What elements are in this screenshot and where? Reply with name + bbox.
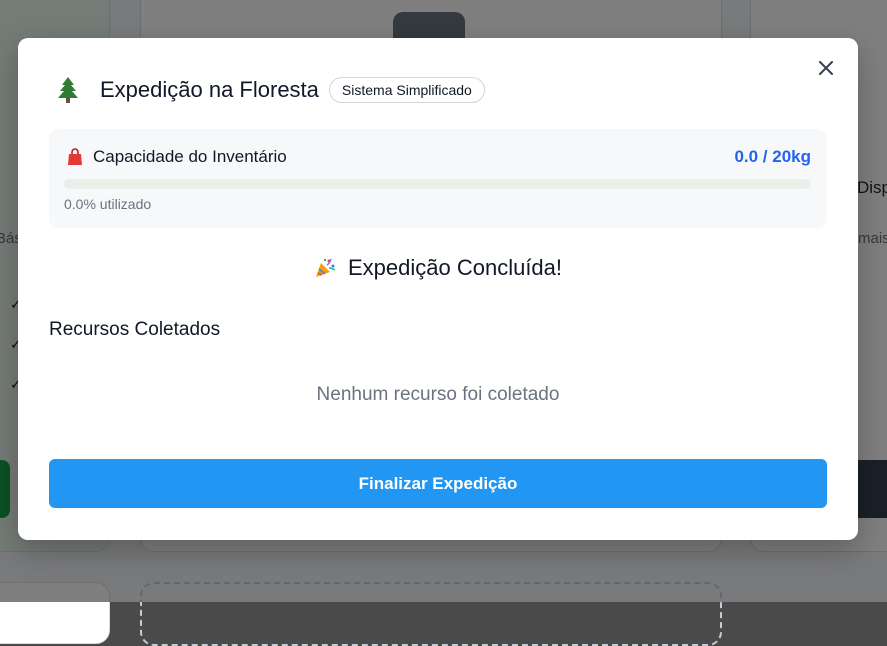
modal-title: Expedição na Floresta xyxy=(100,77,319,102)
resources-title: Recursos Coletados xyxy=(49,319,221,340)
mode-badge: Sistema Simplificado xyxy=(328,77,485,103)
bag-icon xyxy=(68,148,82,165)
party-popper-icon xyxy=(315,258,336,277)
tree-icon xyxy=(58,77,78,103)
expedition-modal: Expedição na Floresta Sistema Simplifica… xyxy=(18,38,858,540)
close-icon xyxy=(819,61,833,75)
finish-expedition-button[interactable]: Finalizar Expedição xyxy=(49,459,827,508)
inventory-label: Capacidade do Inventário xyxy=(93,147,287,166)
inventory-used-text: 0.0% utilizado xyxy=(64,196,152,212)
close-button[interactable] xyxy=(814,56,838,80)
completed-heading: Expedição Concluída! xyxy=(347,255,563,280)
resources-empty-message: Nenhum recurso foi coletado xyxy=(316,384,560,405)
modal-header: Expedição na Floresta Sistema Simplifica… xyxy=(56,76,485,104)
inventory-panel: Capacidade do Inventário 0.0 / 20kg 0.0%… xyxy=(49,129,827,228)
expedition-completed: Expedição Concluída! xyxy=(18,255,858,281)
inventory-value: 0.0 / 20kg xyxy=(734,147,811,166)
inventory-progress-bar xyxy=(64,179,811,189)
